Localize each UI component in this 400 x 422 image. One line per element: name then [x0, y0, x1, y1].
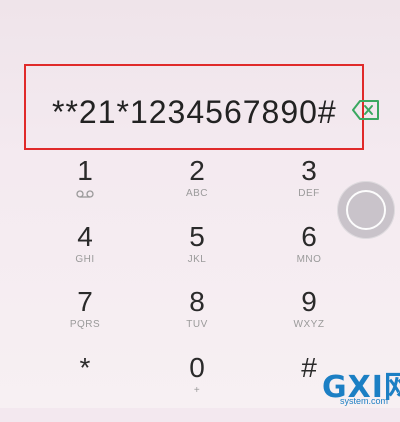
watermark-url: system.com [340, 396, 389, 406]
key-0-digit: 0 [189, 352, 205, 383]
key-5-letters: JKL [187, 254, 207, 265]
key-7[interactable]: 7 PQRS [40, 286, 130, 356]
key-2-digit: 2 [189, 155, 205, 186]
key-8-letters: TUV [186, 319, 208, 330]
key-0[interactable]: 0 + [152, 352, 242, 422]
key-4-letters: GHI [75, 254, 95, 265]
voicemail-icon [76, 190, 94, 198]
key-1-digit: 1 [77, 155, 93, 186]
key-8-digit: 8 [189, 286, 205, 317]
watermark: GXI网 system.com [318, 362, 400, 408]
key-6-digit: 6 [301, 221, 317, 252]
key-9[interactable]: 9 WXYZ [264, 286, 354, 356]
key-8[interactable]: 8 TUV [152, 286, 242, 356]
key-5[interactable]: 5 JKL [152, 221, 242, 291]
key-3-digit: 3 [301, 155, 317, 186]
key-9-letters: WXYZ [293, 319, 325, 330]
key-6-letters: MNO [296, 254, 322, 265]
key-4-digit: 4 [77, 221, 93, 252]
key-5-digit: 5 [189, 221, 205, 252]
key-4[interactable]: 4 GHI [40, 221, 130, 291]
key-7-digit: 7 [77, 286, 93, 317]
assistive-touch-icon[interactable] [337, 181, 395, 239]
key-0-letters: + [193, 385, 201, 396]
key-1[interactable]: 1 [40, 155, 130, 225]
key-2-letters: ABC [185, 188, 209, 199]
key-2[interactable]: 2 ABC [152, 155, 242, 225]
key-9-digit: 9 [301, 286, 317, 317]
key-star[interactable]: * [40, 352, 130, 422]
key-7-letters: PQRS [69, 319, 101, 330]
key-6[interactable]: 6 MNO [264, 221, 354, 291]
key-star-digit: * [79, 352, 91, 383]
